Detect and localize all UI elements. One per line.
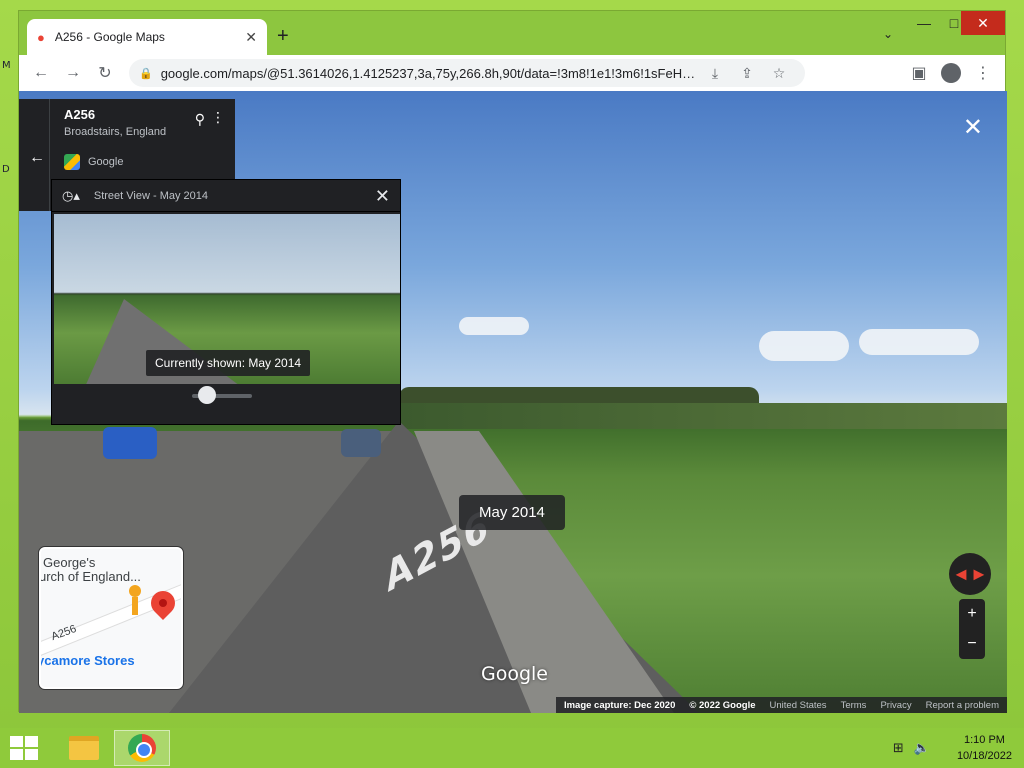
browser-window: ● A256 - Google Maps ✕ + ⌄ — □ ✕ ← → ↻ 🔒… — [18, 10, 1007, 713]
back-button[interactable]: ← — [25, 59, 57, 87]
start-windows-icon[interactable] — [10, 736, 38, 760]
minimap-store-label: ycamore Stores — [39, 653, 135, 668]
date-badge: May 2014 — [459, 495, 565, 530]
country-link[interactable]: United States — [770, 700, 827, 711]
privacy-link[interactable]: Privacy — [880, 700, 911, 711]
chrome-icon — [128, 734, 156, 762]
clock-time: 1:10 PM — [963, 734, 1005, 746]
tab-title: A256 - Google Maps — [54, 30, 165, 44]
toolbar-right: ▣ ⋮ — [903, 59, 999, 87]
maps-pin-icon: ● — [37, 29, 45, 45]
folder-icon — [69, 736, 99, 760]
minimap-label: George's — [43, 555, 96, 570]
more-options-icon[interactable]: ⋮ — [211, 109, 225, 126]
zoom-control: + − — [959, 599, 985, 659]
volume-icon[interactable]: 🔈 — [914, 740, 930, 756]
street-view-viewport[interactable]: A256 ✕ ← A256 Broadstairs, England Googl… — [19, 91, 1007, 713]
new-tab-button[interactable]: + — [277, 25, 289, 47]
time-travel-thumbnail: Currently shown: May 2014 — [54, 214, 400, 384]
forward-button[interactable]: → — [57, 59, 89, 87]
cloud — [459, 317, 529, 335]
time-slider-handle[interactable] — [198, 386, 216, 404]
menu-more-icon[interactable]: ⋮ — [967, 59, 999, 87]
clock-date: 10/18/2022 — [956, 750, 1012, 762]
minimize-button[interactable]: — — [909, 11, 939, 35]
car — [341, 429, 381, 457]
terms-link[interactable]: Terms — [841, 700, 867, 711]
google-maps-logo-icon — [64, 154, 80, 170]
attribution-bar: Image capture: Dec 2020 © 2022 Google Un… — [555, 697, 1007, 713]
time-travel-header: ◷▴ Street View - May 2014 — [52, 180, 400, 212]
zoom-in-button[interactable]: + — [959, 599, 985, 629]
address-bar[interactable]: 🔒 google.com/maps/@51.3614026,1.4125237,… — [129, 59, 805, 87]
compass-icon[interactable]: ◄► — [949, 553, 991, 595]
taskbar: ⊞ 🔈 1:10 PM 10/18/2022 — [0, 728, 1024, 768]
place-source: Google — [64, 154, 221, 170]
time-travel-panel: ◷▴ Street View - May 2014 ✕ Currently sh… — [51, 179, 401, 425]
reload-button[interactable]: ↻ — [89, 59, 121, 87]
tab-google-maps[interactable]: ● A256 - Google Maps ✕ — [27, 19, 267, 55]
close-street-view-icon[interactable]: ✕ — [963, 113, 983, 142]
location-pin-icon[interactable]: ⚲ — [195, 111, 205, 128]
profile-avatar[interactable] — [941, 63, 961, 83]
zoom-out-button[interactable]: − — [959, 629, 985, 659]
file-explorer-button[interactable] — [56, 730, 112, 766]
report-problem-link[interactable]: Report a problem — [926, 700, 999, 711]
google-watermark: Google — [481, 663, 549, 685]
blue-car — [103, 427, 157, 459]
history-clock-icon[interactable]: ◷▴ — [62, 188, 80, 204]
bookmark-star-icon[interactable]: ☆ — [763, 65, 795, 82]
tab-search-chevron-icon[interactable]: ⌄ — [883, 27, 893, 41]
clock[interactable]: 1:10 PM 10/18/2022 — [957, 732, 1012, 764]
close-time-travel-icon[interactable]: ✕ — [375, 186, 390, 207]
back-arrow-icon[interactable]: ← — [29, 149, 45, 167]
system-tray: ⊞ 🔈 — [893, 740, 930, 756]
copyright: © 2022 Google — [689, 699, 756, 711]
chrome-taskbar-button[interactable] — [114, 730, 170, 766]
install-icon[interactable]: ⤓ — [699, 65, 731, 82]
share-icon[interactable]: ⇪ — [731, 65, 763, 82]
close-window-button[interactable]: ✕ — [961, 11, 1005, 35]
minimap[interactable]: George's urch of England... A256 ycamore… — [39, 547, 183, 689]
browser-toolbar: ← → ↻ 🔒 google.com/maps/@51.3614026,1.41… — [19, 55, 1005, 91]
lock-icon: 🔒 — [139, 67, 153, 80]
currently-shown-label: Currently shown: May 2014 — [146, 350, 311, 376]
network-icon[interactable]: ⊞ — [893, 740, 904, 756]
url-text: google.com/maps/@51.3614026,1.4125237,3a… — [160, 65, 699, 81]
side-panel-icon[interactable]: ▣ — [903, 59, 935, 87]
minimap-label: urch of England... — [39, 569, 141, 584]
time-travel-title: Street View - May 2014 — [93, 189, 209, 202]
place-source-label: Google — [88, 156, 124, 168]
desktop-label: D — [2, 164, 10, 175]
image-capture-date: Image capture: Dec 2020 — [563, 699, 676, 711]
pegman-icon — [129, 585, 141, 615]
title-bar: ● A256 - Google Maps ✕ + ⌄ — □ ✕ — [19, 11, 1005, 55]
cloud — [759, 331, 849, 361]
cloud — [859, 329, 979, 355]
desktop-label: M — [2, 60, 11, 71]
tab-close-icon[interactable]: ✕ — [245, 29, 257, 46]
